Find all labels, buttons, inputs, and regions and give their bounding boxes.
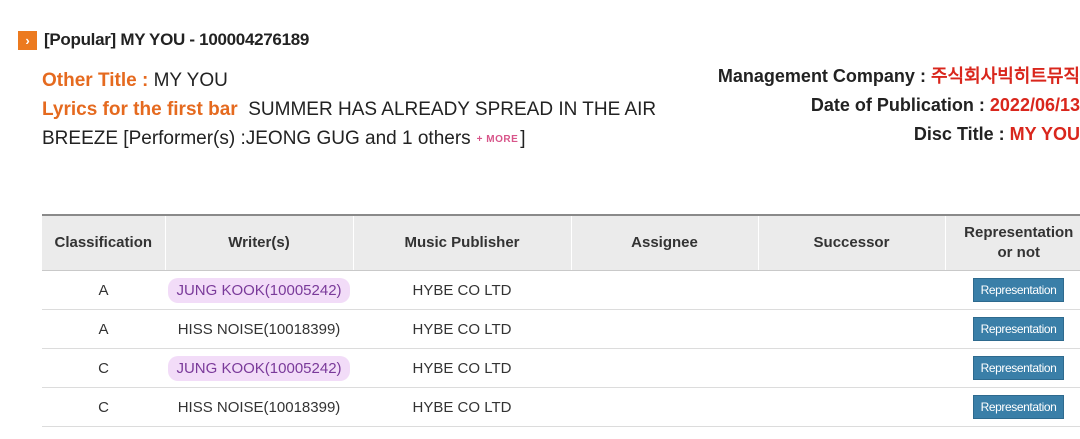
lyrics-line-1: SUMMER HAS ALREADY SPREAD IN THE AIR — [248, 99, 657, 120]
chevron-right-icon: › — [18, 30, 37, 50]
page-header: › [Popular] MY YOU - 100004276189 — [18, 30, 309, 50]
cell-representation: Representation — [945, 348, 1080, 388]
date-value: 2022/06/13 — [989, 95, 1080, 115]
cell-successor — [758, 270, 945, 310]
representation-button[interactable]: Representation — [972, 356, 1065, 380]
representation-button[interactable]: Representation — [972, 278, 1065, 302]
management-value: 주식회사빅히트뮤직 — [930, 66, 1080, 86]
lyrics-label: Lyrics for the first bar — [42, 99, 238, 120]
more-link[interactable]: + MORE — [477, 125, 519, 154]
cell-writer: HISS NOISE(10018399) — [165, 309, 353, 349]
header-representation-line2: or not — [997, 244, 1041, 261]
writer-link[interactable]: JUNG KOOK(10005242) — [168, 355, 350, 381]
cell-publisher: HYBE CO LTD — [353, 387, 571, 427]
management-row: Management Company : 주식회사빅히트뮤직 — [718, 62, 1080, 91]
lyrics-line-2: BREEZE [Performer(s) :JEONG GUG and 1 ot… — [42, 128, 471, 149]
disc-row: Disc Title : MY YOU — [718, 120, 1080, 149]
management-label: Management Company : — [717, 66, 926, 86]
date-row: Date of Publication : 2022/06/13 — [718, 91, 1080, 120]
table-header-row: Classification Writer(s) Music Publisher… — [42, 214, 1080, 271]
cell-writer: HISS NOISE(10018399) — [165, 387, 353, 427]
date-label: Date of Publication : — [810, 95, 985, 115]
cell-classification: A — [42, 309, 165, 349]
cell-successor — [758, 309, 945, 349]
cell-representation: Representation — [945, 309, 1080, 349]
other-title-value: MY YOU — [153, 70, 228, 91]
header-representation-line1: Representation — [964, 224, 1074, 241]
cell-representation: Representation — [945, 387, 1080, 427]
disc-label: Disc Title : — [913, 124, 1005, 144]
cell-classification: C — [42, 387, 165, 427]
cell-publisher: HYBE CO LTD — [353, 270, 571, 310]
representation-button[interactable]: Representation — [972, 395, 1065, 419]
table-row: A JUNG KOOK(10005242) HYBE CO LTD Repres… — [42, 270, 1080, 310]
other-title-label: Other Title : — [42, 70, 149, 91]
representation-button[interactable]: Representation — [972, 317, 1065, 341]
cell-assignee — [571, 309, 758, 349]
cell-representation: Representation — [945, 270, 1080, 310]
header-publisher: Music Publisher — [352, 214, 571, 271]
table-row: A HISS NOISE(10018399) HYBE CO LTD Repre… — [42, 309, 1080, 349]
cell-writer: JUNG KOOK(10005242) — [165, 270, 353, 310]
close-bracket: ] — [520, 128, 526, 149]
table-row: C JUNG KOOK(10005242) HYBE CO LTD Repres… — [42, 348, 1080, 388]
cell-successor — [758, 387, 945, 427]
writer-link[interactable]: HISS NOISE(10018399) — [178, 321, 341, 338]
cell-assignee — [571, 348, 758, 388]
cell-successor — [758, 348, 945, 388]
cell-writer: JUNG KOOK(10005242) — [165, 348, 353, 388]
cell-publisher: HYBE CO LTD — [353, 309, 571, 349]
cell-classification: C — [42, 348, 165, 388]
lyrics-row: Lyrics for the first bar SUMMER HAS ALRE… — [42, 95, 656, 124]
header-representation: Representation or not — [944, 214, 1080, 271]
header-assignee: Assignee — [570, 214, 758, 271]
table-row: C HISS NOISE(10018399) HYBE CO LTD Repre… — [42, 387, 1080, 427]
other-title-row: Other Title : MY YOU — [42, 66, 656, 95]
cell-classification: A — [42, 270, 165, 310]
page-title: [Popular] MY YOU - 100004276189 — [44, 30, 310, 49]
cell-assignee — [571, 270, 758, 310]
work-info-left: Other Title : MY YOU Lyrics for the firs… — [42, 66, 656, 154]
header-writers: Writer(s) — [164, 214, 353, 271]
work-info-right: Management Company : 주식회사빅히트뮤직 Date of P… — [718, 62, 1080, 149]
header-successor: Successor — [757, 214, 945, 271]
cell-publisher: HYBE CO LTD — [353, 348, 571, 388]
header-classification: Classification — [42, 214, 165, 271]
writer-link[interactable]: JUNG KOOK(10005242) — [168, 277, 350, 303]
disc-value: MY YOU — [1009, 124, 1080, 144]
lyrics-row-2: BREEZE [Performer(s) :JEONG GUG and 1 ot… — [42, 124, 656, 154]
cell-assignee — [571, 387, 758, 427]
rights-table: Classification Writer(s) Music Publisher… — [42, 214, 1080, 427]
writer-link[interactable]: HISS NOISE(10018399) — [178, 399, 341, 416]
